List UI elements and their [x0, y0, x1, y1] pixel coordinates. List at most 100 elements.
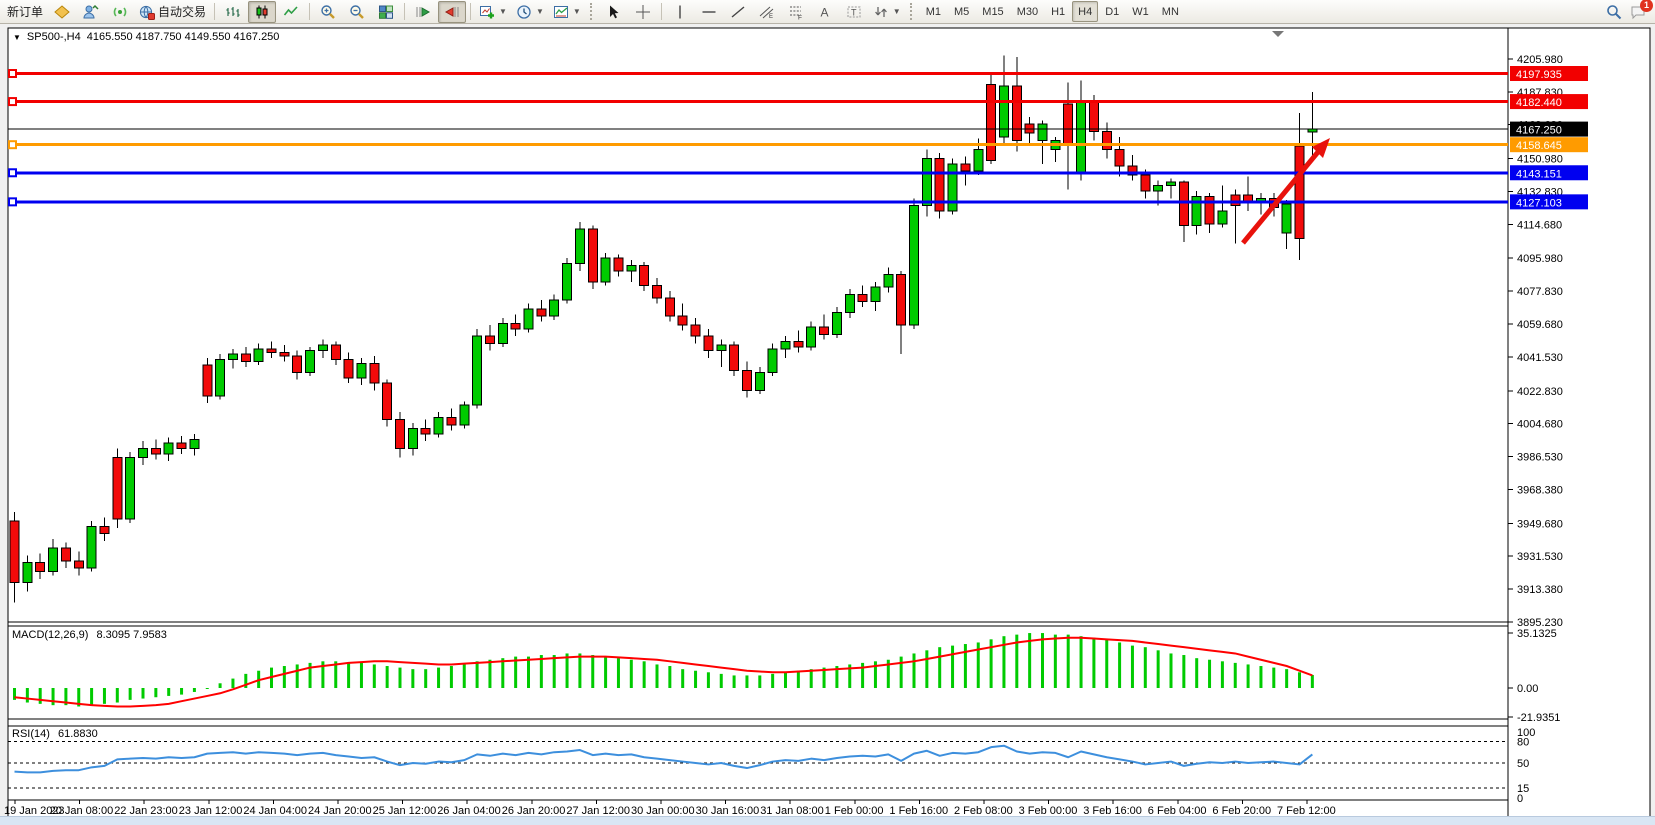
- macd-histogram-bar: [810, 669, 813, 688]
- bull-candle: [948, 164, 957, 211]
- bull-candle: [1038, 124, 1047, 140]
- bear-candle: [74, 561, 83, 568]
- macd-histogram-bar: [720, 674, 723, 688]
- bear-candle: [421, 429, 430, 434]
- bull-candle: [306, 351, 315, 373]
- line-handle: [9, 141, 16, 148]
- bull-candle: [832, 313, 841, 335]
- macd-histogram-bar: [463, 664, 466, 688]
- bull-candle: [563, 264, 572, 300]
- macd-histogram-bar: [39, 688, 42, 704]
- macd-histogram-bar: [733, 675, 736, 688]
- bear-candle: [447, 418, 456, 425]
- bear-candle: [858, 294, 867, 301]
- bear-candle: [344, 360, 353, 378]
- bear-candle: [653, 285, 662, 298]
- bear-candle: [1179, 182, 1188, 225]
- macd-histogram-bar: [553, 655, 556, 688]
- macd-histogram-bar: [26, 688, 29, 703]
- price-tick-label: 4004.680: [1517, 419, 1563, 431]
- bull-candle: [845, 294, 854, 312]
- bear-candle: [742, 371, 751, 391]
- macd-histogram-bar: [900, 657, 903, 688]
- bear-candle: [61, 548, 70, 561]
- macd-histogram-bar: [180, 688, 183, 695]
- bull-candle: [408, 429, 417, 449]
- line-handle: [9, 98, 16, 105]
- price-tick-label: 4114.680: [1517, 219, 1562, 231]
- bull-candle: [717, 345, 726, 350]
- price-tick-label: 3949.680: [1517, 518, 1563, 530]
- bear-candle: [614, 258, 623, 271]
- macd-histogram-bar: [938, 647, 941, 688]
- macd-histogram-bar: [1118, 642, 1121, 688]
- macd-scale-label: -21.9351: [1517, 712, 1560, 724]
- bear-candle: [280, 352, 289, 356]
- price-tick-label: 4041.530: [1517, 352, 1563, 364]
- macd-histogram-bar: [925, 650, 928, 688]
- macd-scale-label: 35.1325: [1517, 628, 1557, 640]
- macd-histogram-bar: [386, 666, 389, 688]
- bear-candle: [1089, 102, 1098, 131]
- macd-histogram-bar: [643, 661, 646, 688]
- price-badge-label: 4127.103: [1516, 197, 1562, 209]
- bear-candle: [794, 342, 803, 347]
- price-tick-label: 4095.980: [1517, 253, 1563, 265]
- line-handle: [9, 169, 16, 176]
- price-badge-label: 4158.645: [1516, 140, 1562, 152]
- bull-candle: [1154, 186, 1163, 191]
- bear-candle: [678, 316, 687, 325]
- bear-candle: [177, 443, 186, 448]
- price-tick-label: 4059.680: [1517, 319, 1563, 331]
- macd-histogram-bar: [450, 666, 453, 688]
- macd-histogram-bar: [1195, 658, 1198, 688]
- macd-histogram-bar: [1259, 666, 1262, 688]
- macd-histogram-bar: [1182, 655, 1185, 688]
- bear-candle: [511, 323, 520, 328]
- bull-candle: [254, 349, 263, 362]
- price-tick-label: 3913.380: [1517, 584, 1563, 596]
- macd-histogram-bar: [116, 688, 119, 703]
- bull-candle: [807, 327, 816, 347]
- bear-candle: [267, 349, 276, 353]
- macd-histogram-bar: [784, 672, 787, 688]
- macd-histogram-bar: [1092, 638, 1095, 688]
- bull-candle: [974, 149, 983, 171]
- macd-histogram-bar: [617, 658, 620, 688]
- bull-candle: [884, 275, 893, 288]
- rsi-scale-label: 80: [1517, 736, 1529, 748]
- bear-candle: [961, 164, 970, 171]
- bull-candle: [910, 206, 919, 326]
- bear-candle: [383, 383, 392, 419]
- bull-candle: [164, 443, 173, 454]
- macd-histogram-bar: [1221, 661, 1224, 688]
- price-tick-label: 3986.530: [1517, 452, 1563, 464]
- macd-histogram-bar: [231, 679, 234, 688]
- chart-canvas[interactable]: 4205.9804187.8304169.6804150.9804132.830…: [0, 0, 1655, 825]
- macd-histogram-bar: [604, 657, 607, 688]
- macd-histogram-bar: [656, 664, 659, 688]
- macd-histogram-bar: [694, 671, 697, 688]
- macd-histogram-bar: [283, 666, 286, 688]
- price-tick-label: 3931.530: [1517, 551, 1563, 563]
- macd-histogram-bar: [1285, 669, 1288, 688]
- macd-histogram-bar: [1144, 647, 1147, 688]
- status-bar: [0, 816, 1655, 825]
- bear-candle: [537, 309, 546, 316]
- line-handle: [9, 198, 16, 205]
- bear-candle: [1102, 131, 1111, 149]
- bear-candle: [1231, 195, 1240, 206]
- macd-histogram-bar: [129, 688, 132, 700]
- bear-candle: [36, 563, 45, 572]
- macd-histogram-bar: [1105, 639, 1108, 688]
- macd-histogram-bar: [771, 674, 774, 688]
- rsi-scale-label: 50: [1517, 758, 1529, 770]
- macd-histogram-bar: [1054, 635, 1057, 688]
- bear-candle: [588, 229, 597, 282]
- macd-histogram-bar: [1298, 672, 1301, 688]
- bear-candle: [1012, 86, 1021, 140]
- bear-candle: [10, 521, 19, 583]
- bull-candle: [1077, 102, 1086, 173]
- bear-candle: [1115, 149, 1124, 165]
- bull-candle: [627, 265, 636, 270]
